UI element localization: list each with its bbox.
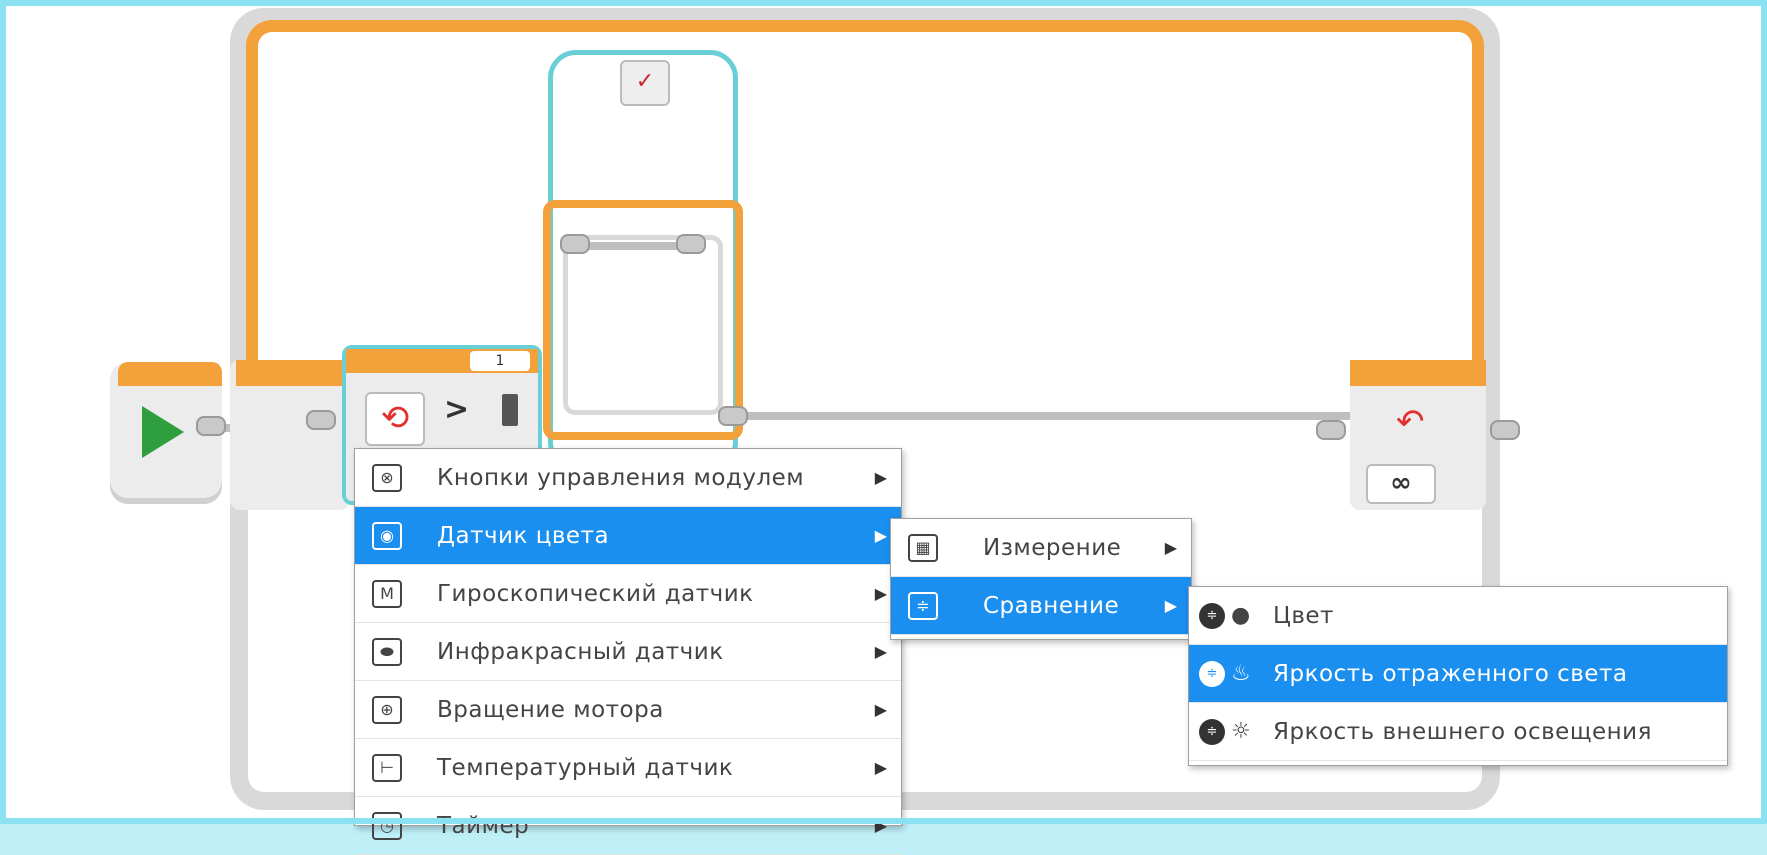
menu-item-label: Таймер — [437, 812, 530, 839]
menu-item-label: Сравнение — [983, 592, 1120, 619]
sequence-plug[interactable] — [560, 234, 590, 254]
switch-case-number[interactable]: 1 — [470, 351, 530, 371]
compare-operator: > — [444, 392, 470, 427]
sequence-plug[interactable] — [718, 406, 748, 426]
menu-item-label: Инфракрасный датчик — [437, 638, 724, 665]
loop-count-selector[interactable]: ∞ — [1366, 464, 1436, 504]
menu-item[interactable]: ≑ ● Цвет — [1189, 587, 1727, 645]
timer-icon: ◷ — [367, 809, 407, 843]
menu-item-label: Яркость отраженного света — [1273, 660, 1628, 687]
sensor-menu[interactable]: ⊗ Кнопки управления модулем ▶ ◉ Датчик цвета… — [354, 448, 902, 855]
menu-item-label: Яркость внешнего освещения — [1273, 718, 1652, 745]
menu-item-label: Температурный датчик — [437, 754, 734, 781]
menu-item[interactable]: ⊢ Температурный датчик ▶ — [355, 739, 901, 797]
submenu-arrow-icon: ▶ — [874, 642, 887, 661]
menu-item-label: Измерение — [983, 534, 1122, 561]
menu-item-label: Гироскопический датчик — [437, 580, 754, 607]
sequence-plug[interactable] — [196, 416, 226, 436]
compare-icon: ≑ — [903, 589, 943, 623]
sequence-plug[interactable] — [306, 410, 336, 430]
submenu-arrow-icon: ▶ — [874, 758, 887, 777]
port-icon — [502, 394, 518, 426]
loop-start-header — [236, 360, 346, 386]
infrared-sensor-icon: ⬬ — [367, 635, 407, 669]
switch-mode-icon[interactable]: ⟲ — [365, 392, 425, 446]
check-icon: ✓ — [635, 69, 655, 94]
menu-item-label: Вращение мотора — [437, 696, 664, 723]
program-canvas[interactable]: ✓ 1 ⟲ > ↶ ∞ ⊗ Кнопки управления модулем ▶ ◉… — [0, 0, 1767, 855]
menu-item[interactable]: ◷ Таймер ▶ — [355, 797, 901, 855]
menu-item-label: Кнопки управления модулем — [437, 464, 805, 491]
menu-item[interactable]: ⊗ Кнопки управления модулем ▶ — [355, 449, 901, 507]
measure-icon: ▦ — [903, 531, 943, 565]
temperature-sensor-icon: ⊢ — [367, 751, 407, 785]
sequence-wire — [700, 412, 1350, 420]
color-sensor-icon: ◉ — [367, 519, 407, 553]
motor-rotation-icon: ⊕ — [367, 693, 407, 727]
menu-item[interactable]: ⊕ Вращение мотора ▶ — [355, 681, 901, 739]
reflected-light-icon: ≑ ♨ — [1199, 660, 1259, 687]
submenu-arrow-icon: ▶ — [874, 526, 887, 545]
submenu-arrow-icon: ▶ — [874, 584, 887, 603]
submenu-arrow-icon: ▶ — [874, 700, 887, 719]
submenu-arrow-icon: ▶ — [1164, 596, 1177, 615]
ambient-light-icon: ≑ ☼ — [1199, 718, 1259, 745]
menu-item[interactable]: ≑ ☼ Яркость внешнего освещения — [1189, 703, 1727, 761]
color-sensor-submenu[interactable]: ▦ Измерение ▶ ≑ Сравнение ▶ — [890, 518, 1192, 640]
menu-item[interactable]: ≑ ♨ Яркость отраженного света — [1189, 645, 1727, 703]
play-icon[interactable] — [142, 406, 184, 458]
submenu-arrow-icon: ▶ — [874, 468, 887, 487]
loop-arrow-icon: ↶ — [1396, 402, 1425, 442]
loop-end-header — [1350, 360, 1486, 386]
case-true-tab[interactable]: ✓ — [620, 60, 670, 106]
menu-item[interactable]: ≑ Сравнение ▶ — [891, 577, 1191, 635]
color-icon: ≑ ● — [1199, 602, 1259, 629]
menu-item[interactable]: ⬬ Инфракрасный датчик ▶ — [355, 623, 901, 681]
loop-frame-orange-rail — [246, 20, 1484, 380]
sequence-plug[interactable] — [1490, 420, 1520, 440]
submenu-arrow-icon: ▶ — [1164, 538, 1177, 557]
gyro-sensor-icon: M — [367, 577, 407, 611]
start-block-header — [118, 362, 222, 386]
compare-submenu[interactable]: ≑ ● Цвет ≑ ♨ Яркость отраженного света ≑ ☼ Яркос… — [1188, 586, 1728, 766]
menu-item-label: Цвет — [1273, 602, 1334, 629]
submenu-arrow-icon: ▶ — [874, 816, 887, 835]
sequence-plug[interactable] — [676, 234, 706, 254]
menu-item[interactable]: M Гироскопический датчик ▶ — [355, 565, 901, 623]
menu-item[interactable]: ▦ Измерение ▶ — [891, 519, 1191, 577]
sequence-plug[interactable] — [1316, 420, 1346, 440]
menu-item-label: Датчик цвета — [437, 522, 610, 549]
switch-case-pane[interactable] — [563, 235, 723, 415]
brick-buttons-icon: ⊗ — [367, 461, 407, 495]
menu-item[interactable]: ◉ Датчик цвета ▶ — [355, 507, 901, 565]
